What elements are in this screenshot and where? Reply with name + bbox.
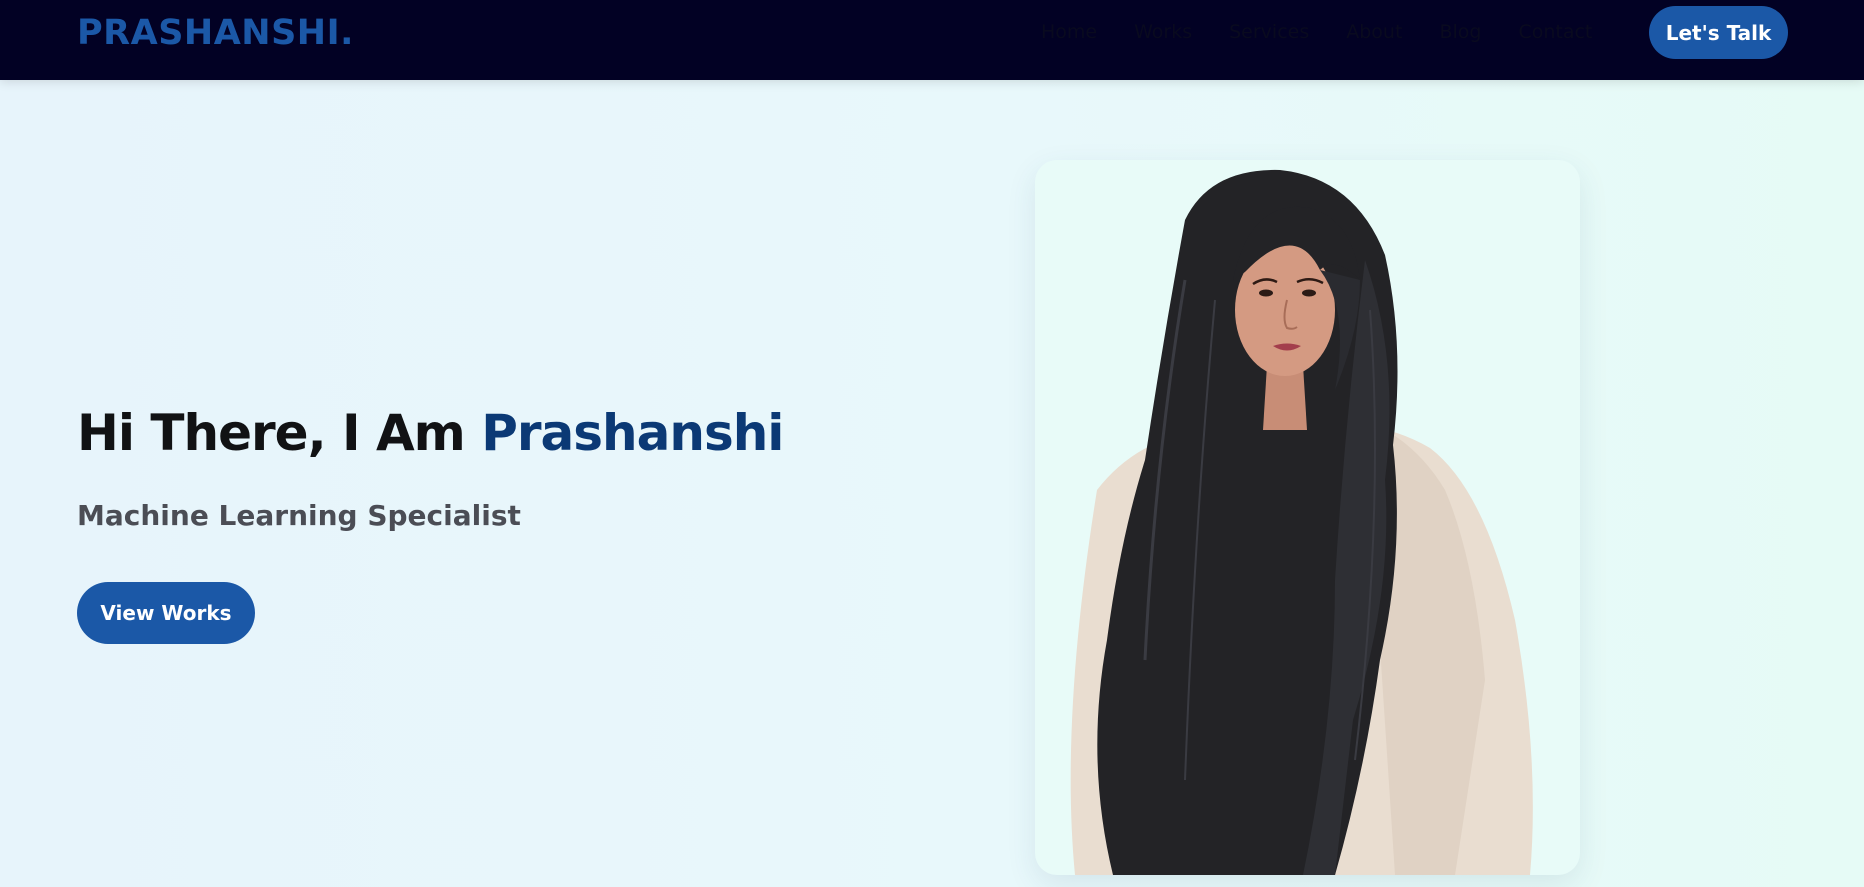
lets-talk-button[interactable]: Let's Talk	[1649, 6, 1788, 59]
nav-links: Home Works Services About Blog Contact	[1041, 21, 1629, 43]
site-logo[interactable]: PRASHANSHI.	[77, 13, 354, 53]
nav-link-home[interactable]: Home	[1041, 21, 1097, 43]
profile-photo	[1035, 160, 1580, 875]
hero-greeting: Hi There, I Am	[77, 404, 482, 462]
profile-photo-illustration	[1070, 169, 1533, 875]
nav-link-services[interactable]: Services	[1229, 21, 1309, 43]
hero-headline: Hi There, I Am Prashanshi	[77, 404, 784, 462]
nav-link-works[interactable]: Works	[1134, 21, 1192, 43]
nav-link-blog[interactable]: Blog	[1439, 21, 1481, 43]
view-works-button[interactable]: View Works	[77, 582, 255, 644]
nav-link-contact[interactable]: Contact	[1518, 21, 1592, 43]
hero-subtitle: Machine Learning Specialist	[77, 499, 521, 532]
hero-name: Prashanshi	[481, 404, 784, 462]
navbar: PRASHANSHI. Home Works Services About Bl…	[0, 0, 1864, 80]
nav-link-about[interactable]: About	[1346, 21, 1402, 43]
